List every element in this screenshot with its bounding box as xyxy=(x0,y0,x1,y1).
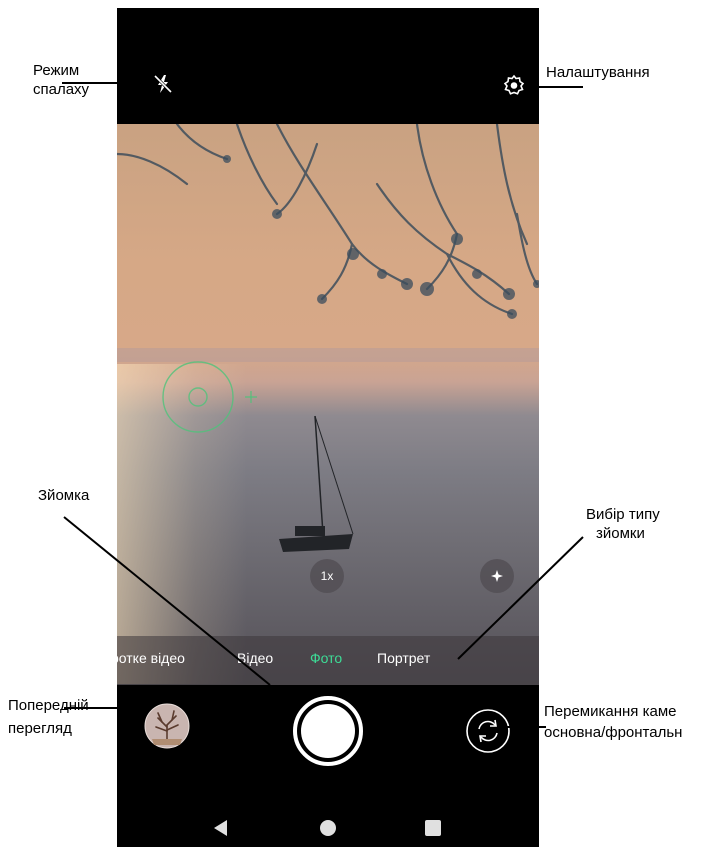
sparkle-icon xyxy=(491,570,503,582)
mode-short-video[interactable]: ротке відео xyxy=(117,650,185,666)
settings-gear-icon[interactable] xyxy=(503,74,525,96)
mode-select-label-line2: зйомки xyxy=(596,525,645,542)
preview-label-line1: Попередній xyxy=(8,697,89,714)
mode-portrait[interactable]: Портрет xyxy=(377,650,430,666)
camera-viewfinder[interactable]: 1x ротке відео Відео Фото Портрет xyxy=(117,124,539,685)
sailboat xyxy=(279,415,354,552)
flash-mode-label-line1: Режим xyxy=(33,62,80,79)
beauty-button[interactable] xyxy=(480,559,514,593)
mode-photo[interactable]: Фото xyxy=(310,650,342,666)
switch-camera-icon[interactable] xyxy=(465,708,511,754)
camera-top-bar xyxy=(117,8,539,124)
switch-camera-label-line2: основна/фронтальн xyxy=(544,724,683,741)
flash-off-icon[interactable] xyxy=(151,72,175,96)
nav-back-icon[interactable] xyxy=(211,818,231,838)
shoot-label: Зйомка xyxy=(38,487,90,504)
scene-drawing xyxy=(117,124,539,552)
mode-select-label-line1: Вибір типу xyxy=(586,506,660,523)
camera-app-screen: 1x ротке відео Відео Фото Портрет xyxy=(117,8,539,847)
shutter-button[interactable] xyxy=(292,695,364,767)
settings-label: Налаштування xyxy=(546,64,650,81)
nav-recents-icon[interactable] xyxy=(424,819,442,837)
flash-mode-label-line2: спалаху xyxy=(33,81,90,98)
preview-label-line2: перегляд xyxy=(8,720,72,737)
mode-selector[interactable]: ротке відео Відео Фото Портрет xyxy=(117,636,539,685)
nav-home-icon[interactable] xyxy=(318,818,338,838)
mode-video[interactable]: Відео xyxy=(237,650,273,666)
gallery-thumbnail[interactable] xyxy=(144,703,190,749)
zoom-button[interactable]: 1x xyxy=(310,559,344,593)
switch-camera-label-line1: Перемикання каме xyxy=(544,703,677,720)
camera-bottom-bar xyxy=(117,685,539,847)
